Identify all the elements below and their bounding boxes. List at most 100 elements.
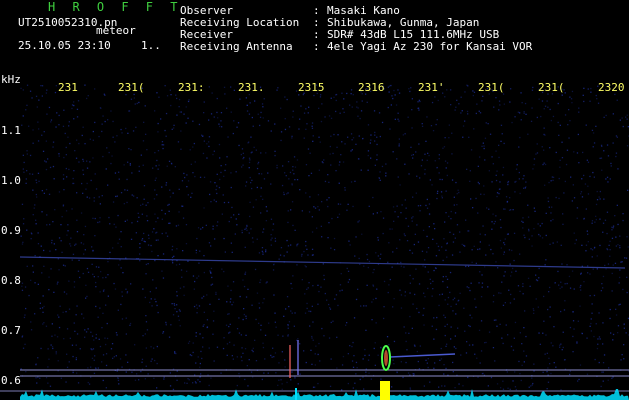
noise-pixel [219, 125, 221, 128]
noise-pixel [139, 246, 141, 249]
noise-pixel [500, 226, 502, 229]
noise-pixel [433, 269, 435, 272]
noise-pixel [437, 245, 440, 248]
noise-pixel [93, 276, 95, 278]
noise-pixel [388, 284, 390, 286]
noise-pixel [533, 228, 535, 230]
noise-pixel [547, 200, 550, 203]
noise-pixel [505, 324, 507, 326]
noise-pixel [498, 109, 500, 111]
noise-pixel [495, 174, 497, 176]
noise-pixel [121, 366, 123, 368]
noise-pixel [333, 133, 335, 136]
noise-pixel [591, 220, 594, 222]
noise-pixel [102, 290, 105, 292]
noise-pixel [427, 271, 429, 273]
noise-pixel [504, 208, 506, 210]
noise-pixel [308, 310, 310, 312]
noise-pixel [161, 141, 164, 143]
noise-pixel [450, 305, 452, 308]
noise-pixel [356, 101, 358, 103]
noise-pixel [449, 291, 451, 294]
noise-pixel [397, 216, 399, 218]
noise-pixel [109, 251, 111, 254]
noise-pixel [585, 244, 588, 246]
noise-pixel [619, 235, 621, 237]
noise-pixel [223, 237, 225, 240]
noise-pixel [545, 212, 547, 214]
noise-pixel [73, 322, 75, 324]
noise-pixel [235, 218, 237, 220]
noise-pixel [99, 203, 101, 205]
noise-pixel [198, 262, 200, 264]
noise-pixel [532, 382, 534, 385]
noise-pixel [418, 143, 420, 145]
noise-pixel [472, 94, 474, 97]
noise-pixel [409, 90, 411, 93]
noise-pixel [605, 114, 607, 117]
noise-pixel [566, 264, 568, 266]
noise-pixel [62, 174, 65, 176]
noise-pixel [378, 112, 381, 114]
noise-pixel [66, 293, 68, 295]
noise-pixel [280, 139, 282, 142]
noise-pixel [426, 362, 428, 364]
noise-pixel [241, 360, 243, 362]
noise-pixel [564, 92, 566, 94]
noise-pixel [95, 188, 98, 190]
noise-pixel [409, 274, 411, 277]
noise-pixel [203, 140, 205, 142]
noise-pixel [260, 212, 262, 214]
noise-pixel [185, 224, 188, 226]
noise-pixel [317, 353, 319, 356]
noise-pixel [425, 359, 427, 361]
noise-pixel [130, 149, 132, 151]
noise-pixel [416, 350, 418, 353]
noise-pixel [514, 371, 516, 373]
noise-pixel [93, 372, 96, 374]
noise-pixel [587, 265, 589, 267]
noise-pixel [500, 292, 502, 294]
noise-pixel [502, 388, 505, 390]
noise-pixel [203, 271, 205, 274]
noise-pixel [546, 100, 548, 102]
noise-pixel [168, 160, 171, 162]
noise-pixel [330, 164, 332, 166]
noise-pixel [208, 347, 210, 349]
noise-pixel [206, 294, 208, 296]
noise-pixel [104, 120, 106, 123]
noise-pixel [337, 203, 340, 205]
noise-pixel [216, 111, 218, 114]
noise-pixel [221, 126, 223, 128]
noise-pixel [335, 94, 337, 96]
noise-pixel [222, 194, 224, 196]
noise-pixel [398, 92, 401, 94]
noise-pixel [34, 255, 36, 257]
noise-pixel [383, 280, 386, 283]
noise-pixel [171, 256, 174, 259]
noise-pixel [121, 318, 124, 320]
noise-pixel [68, 121, 70, 123]
noise-pixel [141, 358, 144, 360]
noise-pixel [458, 299, 460, 301]
noise-pixel [284, 118, 286, 120]
noise-pixel [336, 146, 338, 148]
noise-pixel [50, 119, 53, 121]
noise-pixel [339, 284, 342, 286]
noise-pixel [507, 183, 509, 186]
noise-pixel [195, 332, 197, 334]
noise-pixel [615, 245, 617, 247]
noise-pixel [474, 298, 476, 300]
noise-pixel [205, 224, 207, 226]
noise-pixel [400, 212, 402, 214]
noise-pixel [289, 171, 292, 174]
noise-pixel [252, 350, 254, 353]
noise-pixel [118, 171, 120, 173]
noise-pixel [530, 120, 533, 122]
noise-pixel [491, 221, 493, 223]
noise-pixel [595, 323, 597, 325]
noise-pixel [226, 156, 228, 158]
noise-pixel [250, 136, 252, 138]
noise-pixel [580, 273, 582, 275]
noise-pixel [219, 157, 221, 159]
